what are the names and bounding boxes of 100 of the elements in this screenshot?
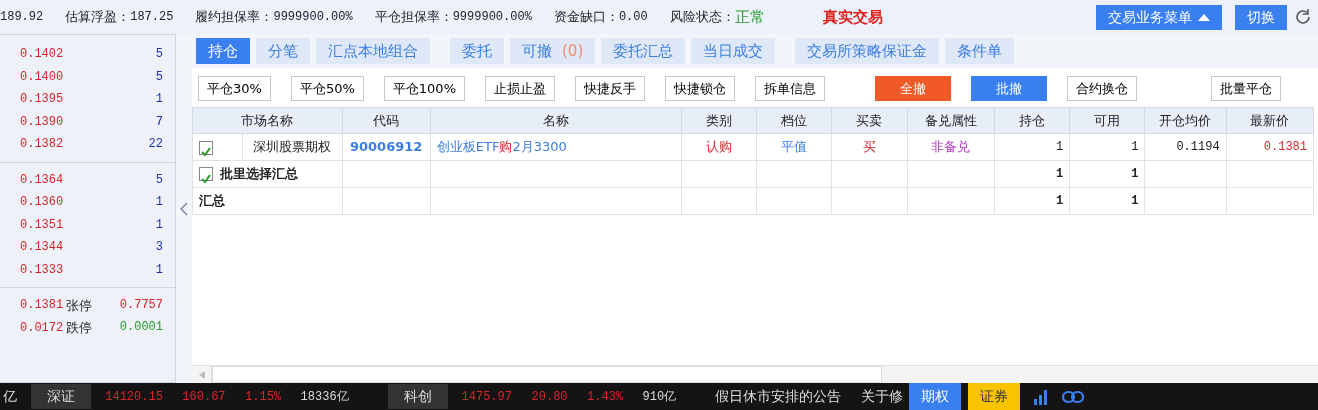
change-value: 160.67 — [182, 388, 226, 406]
stat-label: 履约担保率： — [195, 8, 274, 27]
change-value: 20.80 — [531, 388, 568, 406]
percent-value: 1.15% — [245, 388, 282, 406]
price-value: 0.1360 — [20, 194, 65, 212]
switch-button[interactable]: 切换 — [1235, 4, 1287, 30]
menu-button[interactable]: 交易业务菜单 — [1095, 4, 1222, 30]
table-cell: 1 — [1069, 133, 1145, 161]
price-value: 0.1382 — [20, 136, 65, 154]
amount-value: 910亿 — [642, 388, 677, 406]
table-cell: 创业板ETF购2月3300 — [430, 133, 682, 161]
ticker-text: 亿 — [3, 387, 18, 406]
column-header: 类别 — [681, 107, 757, 134]
volume-value: 1 — [154, 261, 163, 279]
column-header: 档位 — [756, 107, 832, 134]
notice-link[interactable]: 关于修 — [860, 386, 903, 407]
price-value: 0.0172 — [20, 319, 64, 337]
price-value: 0.1381 — [20, 297, 64, 315]
volume-value: 22 — [147, 136, 163, 154]
table-cell: 1 — [994, 187, 1070, 215]
stat-label: 估算浮盈： — [65, 8, 131, 27]
volume-value: 5 — [154, 68, 163, 86]
action-button[interactable]: 拆单信息 — [755, 76, 825, 101]
volume-value: 1 — [154, 216, 163, 234]
checkbox[interactable] — [199, 167, 213, 181]
amount-value: 18336亿 — [300, 388, 349, 406]
bar-chart-icon[interactable] — [1032, 388, 1049, 405]
column-header: 备兑属性 — [907, 107, 995, 134]
stat-value: 187.25 — [130, 9, 174, 26]
table-cell-text: 汇总 — [199, 192, 225, 211]
column-header: 市场名称 — [192, 107, 342, 134]
market-tab[interactable]: 深证 — [31, 384, 92, 409]
checkbox[interactable] — [199, 140, 213, 155]
table-cell: 90006912 — [342, 133, 431, 161]
stat-value: 9999900.00% — [273, 9, 353, 26]
scrollbar-thumb[interactable] — [212, 366, 882, 383]
limit-value: 0.7757 — [119, 296, 163, 314]
action-button[interactable]: 合约换仓 — [1067, 76, 1137, 101]
collapse-icon[interactable] — [180, 201, 188, 216]
table-cell: 0.1381 — [1226, 133, 1314, 161]
stat-label: 平仓担保率： — [374, 8, 453, 27]
notice-link[interactable]: 假日休市安排的公告 — [715, 386, 842, 407]
percent-value: 1.43% — [587, 388, 624, 406]
link-icon[interactable] — [1061, 389, 1084, 404]
index-value: 1475.97 — [461, 388, 513, 406]
action-button[interactable]: 批量平仓 — [1211, 76, 1281, 101]
price-value: 0.1390 — [20, 113, 65, 131]
volume-value: 5 — [154, 46, 163, 64]
table-cell: 买 — [831, 133, 907, 161]
table-cell: 平值 — [756, 133, 832, 161]
mode-label: 真实交易 — [822, 6, 883, 28]
table-cell: 1 — [994, 133, 1070, 161]
stat-value: 189.92 — [0, 9, 44, 26]
column-header: 持仓 — [994, 107, 1070, 134]
price-value: 0.1344 — [20, 239, 65, 257]
price-value: 0.1400 — [20, 68, 65, 86]
table-cell-text: 批里选择汇总 — [219, 165, 298, 184]
limit-label: 跌停 — [66, 319, 93, 337]
volume-value: 1 — [154, 91, 163, 109]
action-button[interactable]: 平仓30% — [198, 76, 271, 101]
limit-value: 0.0001 — [119, 319, 163, 336]
index-value: 14120.15 — [105, 388, 163, 406]
volume-value: 7 — [154, 113, 163, 131]
volume-value: 3 — [154, 239, 163, 257]
action-button[interactable]: 批撤 — [971, 76, 1047, 101]
volume-value: 5 — [154, 171, 163, 189]
action-button[interactable]: 快捷反手 — [575, 76, 645, 101]
column-header: 可用 — [1069, 107, 1145, 134]
price-value: 0.1351 — [20, 216, 65, 234]
table-cell: 1 — [1069, 187, 1145, 215]
action-button[interactable]: 平仓100% — [383, 76, 465, 101]
table-cell: 认购 — [681, 133, 757, 161]
action-button[interactable]: 平仓50% — [290, 76, 364, 101]
table-cell: 1 — [994, 160, 1070, 188]
market-switch-tab[interactable]: 期权 — [909, 383, 962, 410]
tab[interactable]: 持仓 — [196, 38, 250, 64]
stat-value: 0.00 — [618, 9, 648, 26]
table-cell: 非备兑 — [907, 133, 995, 161]
stat-label: 风险状态： — [669, 8, 735, 27]
stat-value: 正常 — [734, 6, 765, 28]
volume-value: 1 — [154, 194, 163, 212]
column-header: 代码 — [342, 107, 431, 134]
column-header: 名称 — [430, 107, 682, 134]
limit-label: 张停 — [66, 296, 93, 315]
table-cell: 深圳股票期权 — [242, 133, 342, 161]
stat-value: 9999900.00% — [452, 9, 532, 26]
caret-icon — [1198, 13, 1210, 21]
action-button[interactable]: 快捷锁仓 — [665, 76, 735, 101]
price-value: 0.1333 — [20, 261, 65, 279]
stat-label: 资金缺口： — [553, 8, 619, 27]
refresh-icon[interactable] — [1293, 8, 1312, 26]
price-value: 0.1364 — [20, 171, 65, 189]
action-button[interactable]: 止损止盈 — [485, 76, 555, 101]
market-tab[interactable]: 科创 — [387, 384, 448, 409]
market-switch-tab[interactable]: 证券 — [967, 383, 1020, 410]
column-header: 开仓均价 — [1144, 107, 1227, 134]
table-cell: 1 — [1069, 160, 1145, 188]
table-cell: 0.1194 — [1144, 133, 1227, 161]
column-header: 最新价 — [1226, 107, 1314, 134]
column-header: 买卖 — [831, 107, 907, 134]
